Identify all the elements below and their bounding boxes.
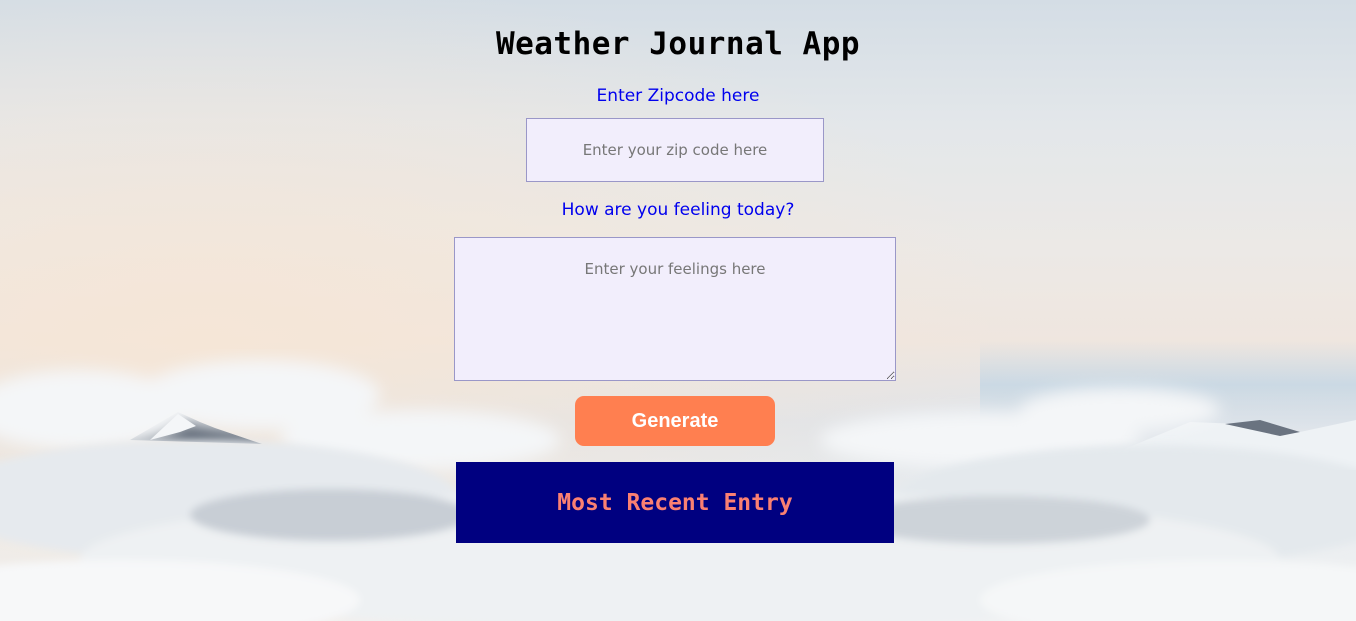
page-title: Weather Journal App bbox=[495, 26, 861, 62]
zip-label: Enter Zipcode here bbox=[596, 86, 760, 106]
feelings-label: How are you feeling today? bbox=[561, 200, 795, 220]
generate-button[interactable]: Generate bbox=[575, 396, 775, 446]
entry-panel: Most Recent Entry bbox=[456, 462, 894, 543]
zip-input[interactable] bbox=[526, 118, 824, 182]
entry-title: Most Recent Entry bbox=[557, 489, 793, 516]
page: Weather Journal App Enter Zipcode here H… bbox=[0, 0, 1356, 621]
feelings-textarea[interactable] bbox=[454, 237, 896, 381]
